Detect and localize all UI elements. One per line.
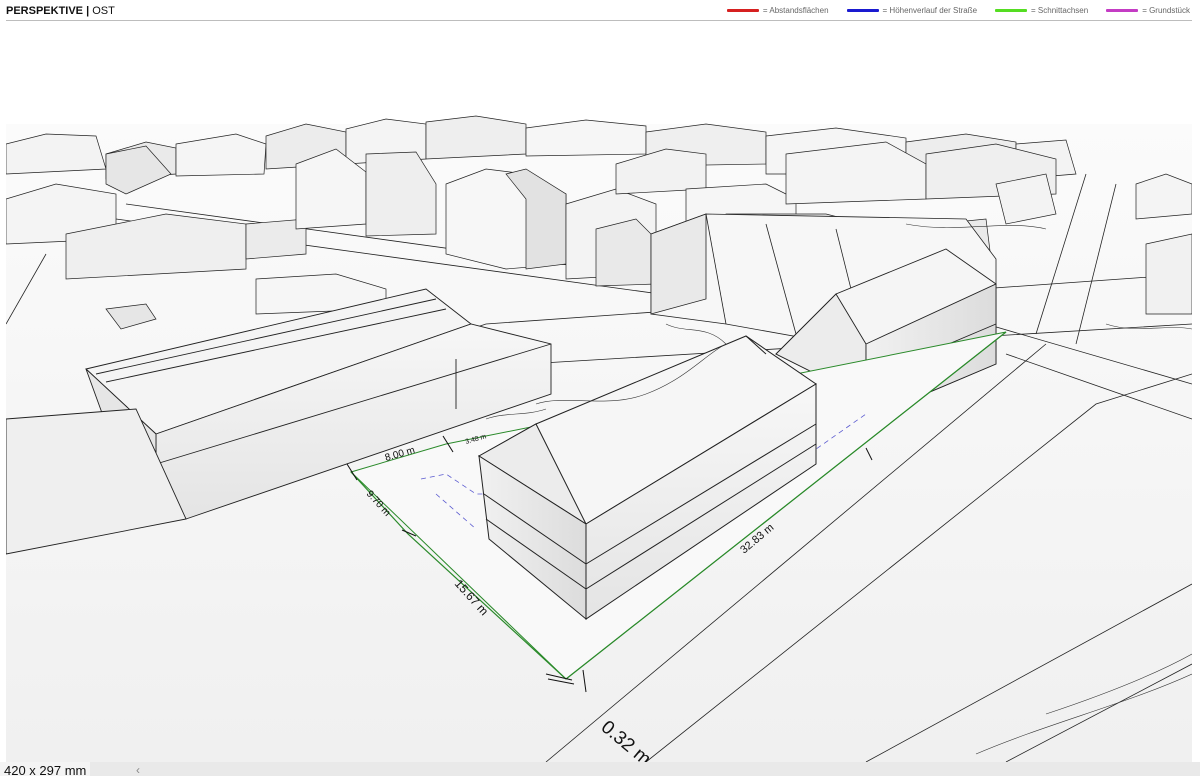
legend-label: = Höhenverlauf der Straße: [882, 6, 978, 15]
perspective-drawing: 8.00 m 3.48 m 9.70 m 15.67 m 32.83 m 0.3…: [6, 24, 1192, 762]
legend-swatch-blue: [846, 9, 879, 12]
legend: = Abstandsflächen = Höhenverlauf der Str…: [726, 6, 1190, 15]
perspective-3d-view: 8.00 m 3.48 m 9.70 m 15.67 m 32.83 m 0.3…: [6, 24, 1192, 762]
legend-swatch-magenta: [1106, 9, 1139, 12]
legend-item-hoehenverlauf: = Höhenverlauf der Straße: [846, 6, 978, 15]
sky-area: [6, 24, 1192, 124]
legend-label: = Schnittachsen: [1031, 6, 1089, 15]
perspective-sheet: PERSPEKTIVE | OST = Abstandsflächen = Hö…: [0, 0, 1200, 776]
legend-item-abstandsflaechen: = Abstandsflächen: [726, 6, 829, 15]
legend-swatch-green: [995, 9, 1028, 12]
legend-label: = Grundstück: [1142, 6, 1190, 15]
sheet-title: PERSPEKTIVE | OST: [6, 5, 115, 17]
title-bold: PERSPEKTIVE |: [6, 5, 90, 17]
legend-item-grundstueck: = Grundstück: [1106, 6, 1190, 15]
chevron-left-icon[interactable]: ‹: [136, 763, 140, 776]
status-bar: [0, 762, 1200, 776]
title-view: OST: [89, 5, 115, 17]
legend-label: = Abstandsflächen: [762, 6, 829, 15]
header-rule: [6, 20, 1192, 21]
paper-size-label: 420 x 297 mm: [0, 762, 91, 776]
legend-item-schnittachsen: = Schnittachsen: [995, 6, 1088, 15]
legend-swatch-red: [726, 9, 759, 12]
sheet-header: PERSPEKTIVE | OST = Abstandsflächen = Hö…: [0, 0, 1200, 22]
